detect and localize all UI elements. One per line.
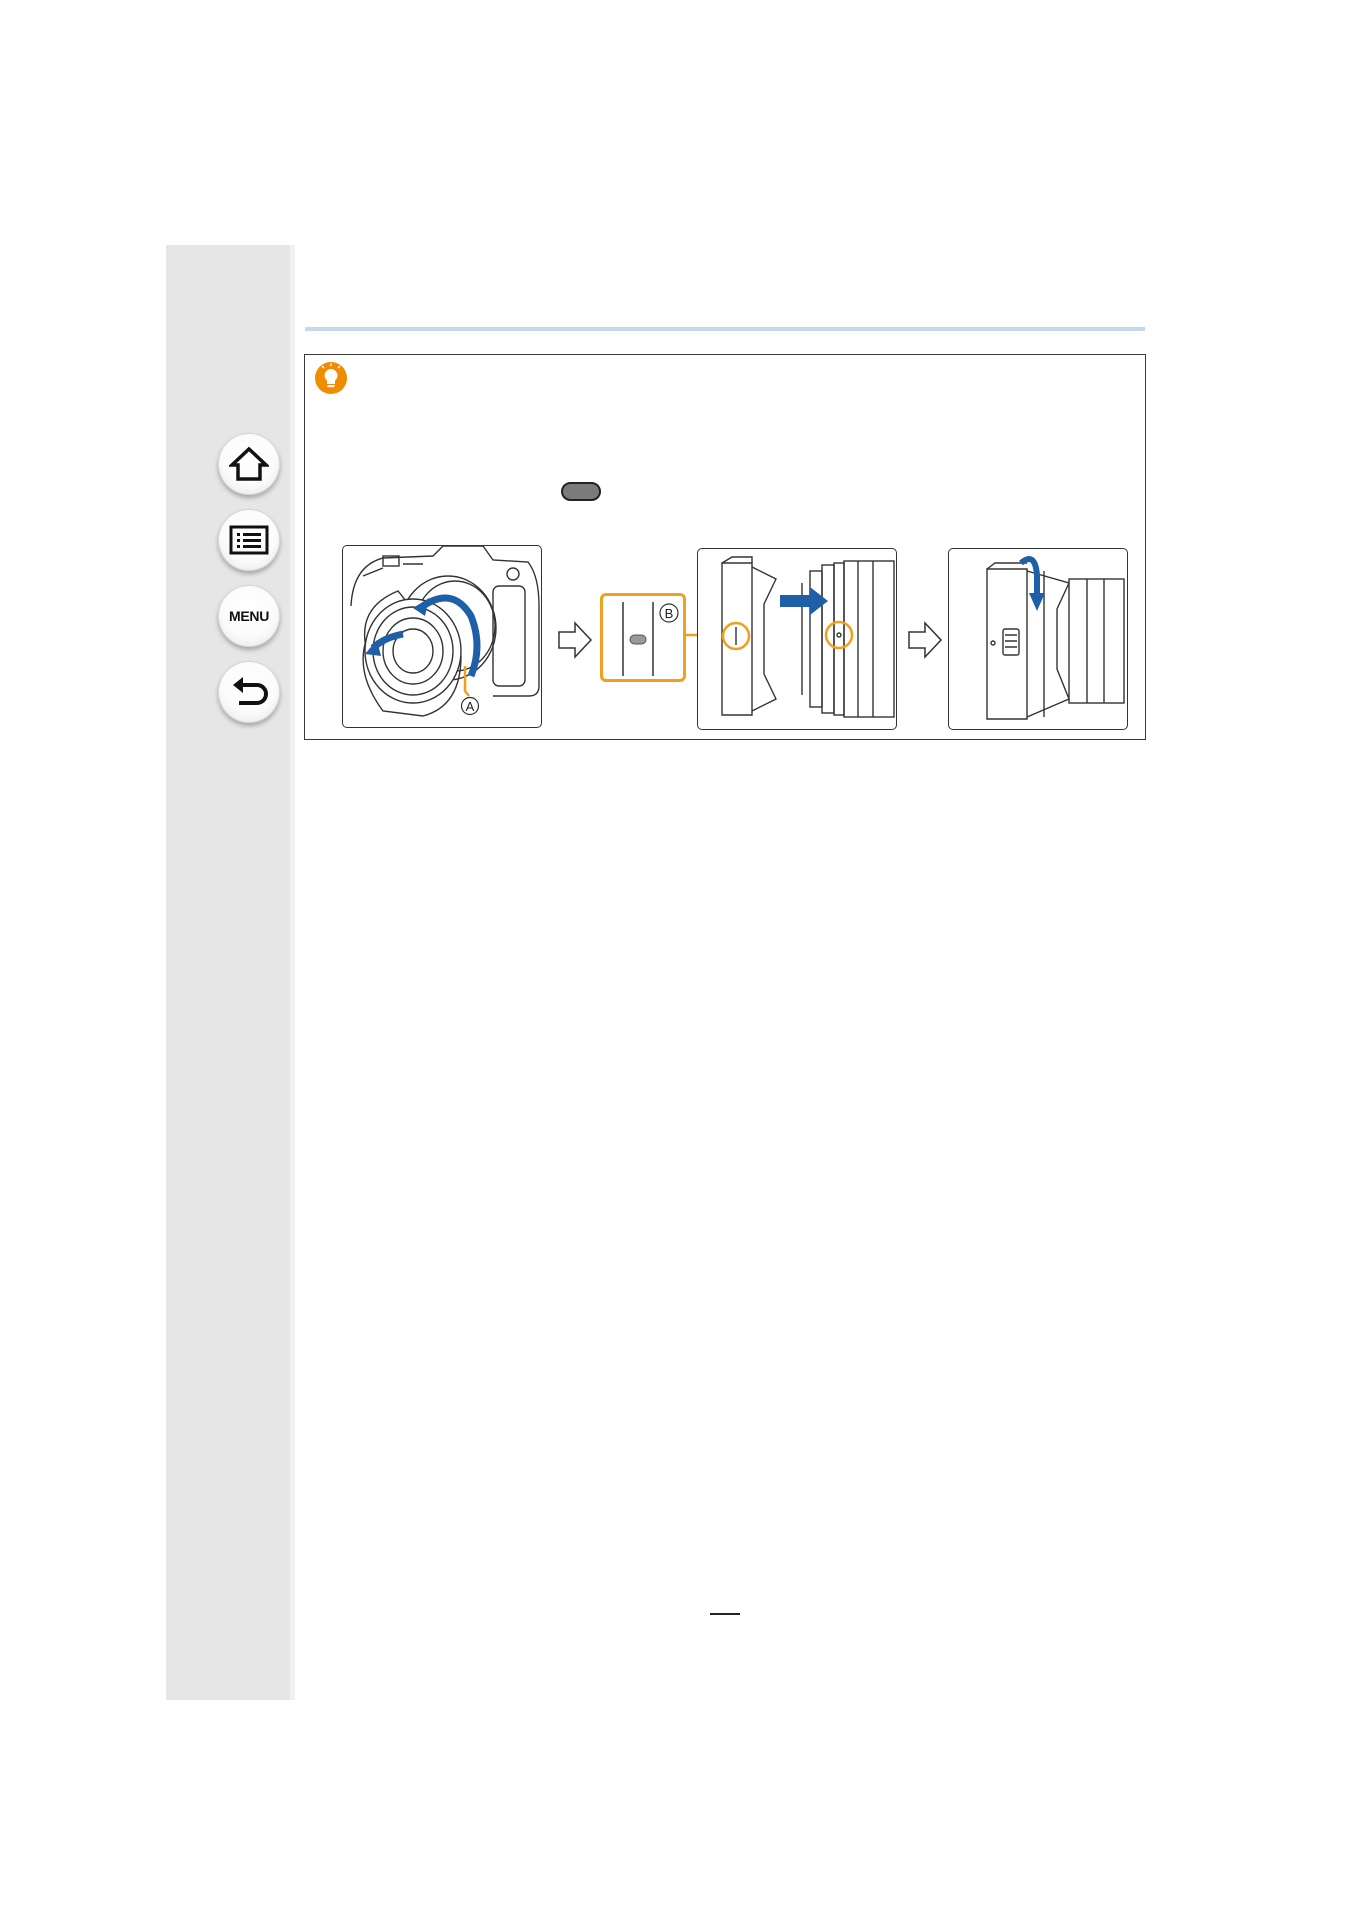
camera-lens-hood-drawing: A xyxy=(350,546,540,717)
step-arrow-icon xyxy=(558,621,593,659)
home-icon xyxy=(229,446,269,481)
illustration-hood-rotate: A xyxy=(342,545,542,728)
callout-label-a: A xyxy=(466,699,475,714)
list-icon xyxy=(229,525,269,555)
home-button[interactable] xyxy=(218,433,280,495)
sidebar-divider xyxy=(290,245,295,1700)
hood-align-drawing xyxy=(721,556,895,718)
hood-lock-drawing xyxy=(986,556,1125,720)
alignment-mark-detail: B xyxy=(622,602,679,676)
callout-label-b: B xyxy=(665,606,674,621)
back-button[interactable] xyxy=(218,661,280,723)
zoom-detail-b: B xyxy=(600,593,686,682)
page-number-rule xyxy=(710,1613,740,1615)
illustration-hood-lock xyxy=(948,548,1128,730)
gray-oval-button-glyph xyxy=(561,482,601,501)
step-arrow-icon xyxy=(908,621,943,659)
header-rule xyxy=(305,327,1145,331)
menu-button[interactable]: MENU xyxy=(218,585,280,647)
lightbulb-icon xyxy=(315,362,347,394)
menu-label: MENU xyxy=(228,608,270,624)
back-arrow-icon xyxy=(233,677,268,705)
illustration-hood-align xyxy=(697,548,897,730)
contents-button[interactable] xyxy=(218,509,280,571)
